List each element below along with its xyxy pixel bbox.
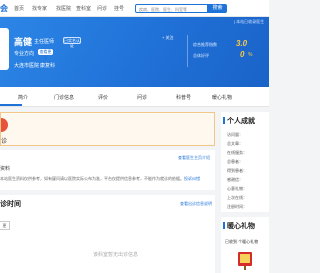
- hospital-link[interactable]: 大连市医院: [14, 62, 39, 69]
- search-input[interactable]: 疾病、医院、医生、科室等: [135, 4, 208, 13]
- doctor-header-banner: | 本站已收录医生 高健 主任医师 已实名认证 专业方向 查看更多 大连市医院 …: [0, 17, 269, 87]
- achievements-panel: 个人成就 访问量： 总文章： 在线服务： 总患者： 得到患者： 感谢信： 心意礼…: [221, 112, 269, 212]
- notice-card: 诊: [0, 112, 215, 146]
- tab-clinic-info[interactable]: 门诊信息: [54, 94, 74, 101]
- specialty-label: 专业方向: [14, 51, 35, 57]
- tab-reviews[interactable]: 评价: [98, 94, 108, 101]
- schedule-card: 诊时间 查看出诊信息说明 更 该科室暂无出诊信息: [0, 195, 215, 273]
- search-button[interactable]: 搜索: [208, 4, 227, 13]
- specialty-more-button[interactable]: 查看更多: [38, 49, 53, 60]
- stat-label-rating: 总体好评: [193, 53, 209, 58]
- achievement-row: 得到患者：: [227, 168, 247, 173]
- department-link[interactable]: 康复科: [40, 62, 55, 69]
- achievements-title: 个人成就: [223, 117, 255, 125]
- report-correction-link[interactable]: 投诉纠错: [184, 176, 200, 181]
- tab-gifts[interactable]: 暖心礼物: [212, 94, 232, 101]
- info-card: 查看医生主页介绍 资料 本站医生资料仅供参考，如有疑问请以医院实际公布为准，平台…: [0, 150, 215, 190]
- schedule-more-button[interactable]: 更: [0, 221, 10, 230]
- schedule-title: 诊时间: [0, 201, 21, 208]
- doctor-name: 高健: [14, 37, 33, 47]
- verified-badge: 已实名认证: [63, 37, 81, 48]
- active-tab-indicator: [0, 104, 22, 106]
- achievement-row: 注册时间：: [227, 204, 247, 209]
- site-stats-link[interactable]: | 本站已收录医生: [234, 19, 264, 25]
- achievement-row: 总患者：: [227, 159, 243, 164]
- achievement-row: 心意礼物：: [227, 186, 247, 191]
- nav-link-consult[interactable]: 问诊: [97, 5, 107, 12]
- gift-count-text: 已收到 个暖心礼物: [225, 239, 259, 244]
- stat-label-recommend: 综合推荐指数: [193, 42, 217, 47]
- stat-value-rating: 0: [240, 50, 245, 59]
- doctor-title: 主任医师: [34, 39, 55, 45]
- stat-percent-sign: %: [248, 52, 253, 58]
- stat-value-recommend: 3.0: [236, 39, 248, 48]
- profile-tabs: 简介 门诊信息 评价 问诊 科普号 暖心礼物: [0, 87, 269, 107]
- nav-link-find-expert[interactable]: 找专家: [32, 5, 47, 12]
- doctor-intro-link[interactable]: 查看医生主页介绍: [178, 155, 210, 161]
- achievement-row: 访问量：: [227, 132, 243, 137]
- nav-link-register[interactable]: 挂号: [114, 5, 124, 12]
- site-logo[interactable]: 会: [0, 3, 8, 14]
- nav-link-home[interactable]: 首页: [14, 5, 24, 12]
- gift-panel: 暖心礼物 已收到 个暖心礼物: [221, 217, 269, 273]
- gift-icon[interactable]: [235, 250, 255, 270]
- achievement-row: 在线服务：: [227, 150, 247, 155]
- follow-button[interactable]: + 关注: [162, 35, 173, 41]
- top-navigation-bar: 会 首页 找专家 找医院 查科室 问诊 挂号 疾病、医院、医生、科室等 搜索: [0, 0, 269, 17]
- schedule-help-link[interactable]: 查看出诊信息说明: [180, 201, 212, 207]
- header-divider: [187, 35, 188, 67]
- achievement-row: 感谢信：: [227, 177, 243, 182]
- tab-intro[interactable]: 简介: [18, 94, 28, 101]
- doctor-avatar: [0, 28, 9, 70]
- info-section-label: 资料: [0, 166, 11, 172]
- tab-consult[interactable]: 问诊: [137, 94, 147, 101]
- achievement-row: 上次在线：: [227, 195, 247, 200]
- tab-science[interactable]: 科普号: [176, 94, 191, 101]
- gift-title: 暖心礼物: [223, 222, 255, 230]
- info-disclaimer: 本站医生资料仅供参考，如有疑问请以医院实际公布为准，平台仅提供信息参考，不能作为…: [0, 176, 200, 181]
- schedule-empty-message: 该科室暂无出诊信息: [93, 252, 139, 258]
- nav-link-find-department[interactable]: 查科室: [76, 5, 91, 12]
- nav-link-find-hospital[interactable]: 找医院: [56, 5, 71, 12]
- achievement-row: 总文章：: [227, 141, 243, 146]
- alert-icon: [1, 118, 8, 132]
- notice-text: 诊: [1, 139, 8, 145]
